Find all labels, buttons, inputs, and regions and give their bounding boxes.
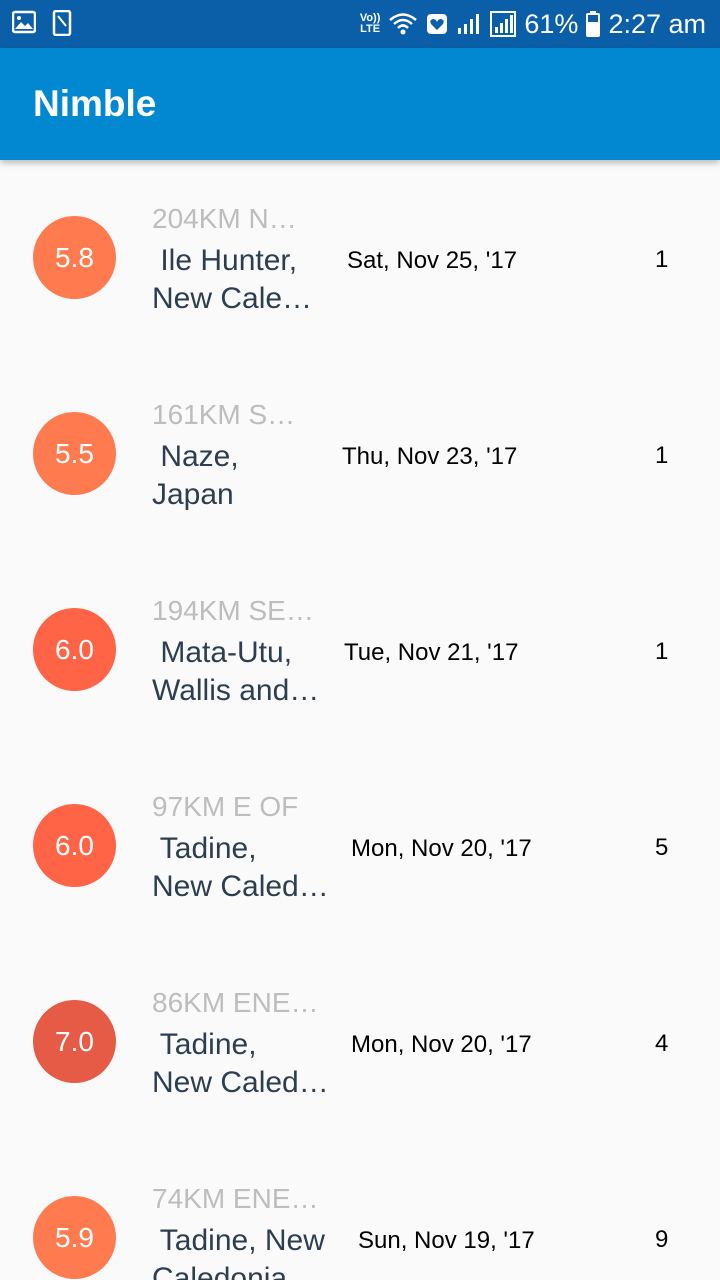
- gallery-notification-icon: [12, 10, 36, 36]
- wifi-icon: [388, 12, 418, 36]
- signal-icon-1: [456, 12, 482, 36]
- quake-date: Mon, Nov 20, '17: [351, 835, 532, 862]
- location-offset: 97KM E OF: [152, 791, 299, 822]
- location-name-line2: Wallis and…: [152, 674, 320, 707]
- location-name-line1: Ile Hunter,: [152, 244, 298, 277]
- earthquake-row[interactable]: 7.0 86KM ENE… Tadine, New Caled… Mon, No…: [0, 944, 720, 1140]
- location-name-line1: Tadine,: [152, 832, 257, 865]
- battery-icon: [586, 11, 601, 37]
- location-name: Tadine, New Caledonia: [152, 1222, 332, 1280]
- magnitude-badge: 7.0: [33, 1000, 116, 1083]
- location-name-line1: Mata-Utu,: [152, 636, 293, 669]
- quake-date: Sun, Nov 19, '17: [358, 1227, 535, 1254]
- battery-percent: 61%: [524, 8, 579, 39]
- magnitude-badge: 5.9: [33, 1196, 116, 1279]
- location-name: Naze, Japan: [152, 438, 332, 514]
- location-name: Ile Hunter, New Cale…: [152, 242, 332, 318]
- phone-notification-icon: [52, 10, 72, 36]
- quake-time: 1: [655, 442, 668, 469]
- magnitude-badge: 6.0: [33, 804, 116, 887]
- heart-icon: [426, 13, 448, 35]
- location-name-line1: Tadine, New: [152, 1224, 325, 1257]
- quake-time: 4: [655, 1030, 668, 1057]
- magnitude-badge: 5.5: [33, 412, 116, 495]
- magnitude-badge: 5.8: [33, 216, 116, 299]
- quake-time: 1: [655, 638, 668, 665]
- volte-icon: Vo)) LTE: [359, 12, 381, 35]
- earthquake-row[interactable]: 6.0 194KM SE… Mata-Utu, Wallis and… Tue,…: [0, 552, 720, 748]
- signal-icon-2: [490, 11, 517, 37]
- quake-date: Thu, Nov 23, '17: [342, 443, 518, 470]
- location-name: Tadine, New Caled…: [152, 830, 332, 906]
- location-name-line2: Japan: [152, 478, 234, 511]
- quake-date: Mon, Nov 20, '17: [351, 1031, 532, 1058]
- location-name: Tadine, New Caled…: [152, 1026, 332, 1102]
- location-name: Mata-Utu, Wallis and…: [152, 634, 332, 710]
- app-bar: Nimble: [0, 48, 720, 160]
- quake-date: Tue, Nov 21, '17: [344, 639, 519, 666]
- location-offset: 161KM S…: [152, 399, 296, 430]
- clock: 2:27 am: [608, 8, 706, 39]
- location-offset: 86KM ENE…: [152, 987, 319, 1018]
- location-name-line2: New Caled…: [152, 1066, 329, 1099]
- location-offset: 194KM SE…: [152, 595, 314, 626]
- location-name-line2: New Cale…: [152, 282, 313, 315]
- status-bar: Vo)) LTE 61% 2:27 am: [0, 0, 720, 48]
- earthquake-row[interactable]: 6.0 97KM E OF Tadine, New Caled… Mon, No…: [0, 748, 720, 944]
- location-name-line1: Naze,: [152, 440, 239, 473]
- location-name-line2: New Caled…: [152, 870, 329, 903]
- quake-time: 9: [655, 1226, 668, 1253]
- quake-date: Sat, Nov 25, '17: [347, 247, 518, 274]
- location-offset: 74KM ENE …: [152, 1183, 322, 1214]
- location-name-line1: Tadine,: [152, 1028, 257, 1061]
- location-offset: 204KM N…: [152, 203, 297, 234]
- quake-time: 1: [655, 246, 668, 273]
- location-name-line2: Caledonia: [152, 1262, 288, 1280]
- quake-time: 5: [655, 834, 668, 861]
- app-title: Nimble: [33, 83, 157, 124]
- earthquake-row[interactable]: 5.9 74KM ENE … Tadine, New Caledonia Sun…: [0, 1140, 720, 1280]
- earthquake-row[interactable]: 5.8 204KM N… Ile Hunter, New Cale… Sat, …: [0, 160, 720, 356]
- earthquake-list[interactable]: 5.8 204KM N… Ile Hunter, New Cale… Sat, …: [0, 160, 720, 1280]
- earthquake-row[interactable]: 5.5 161KM S… Naze, Japan Thu, Nov 23, '1…: [0, 356, 720, 552]
- magnitude-badge: 6.0: [33, 608, 116, 691]
